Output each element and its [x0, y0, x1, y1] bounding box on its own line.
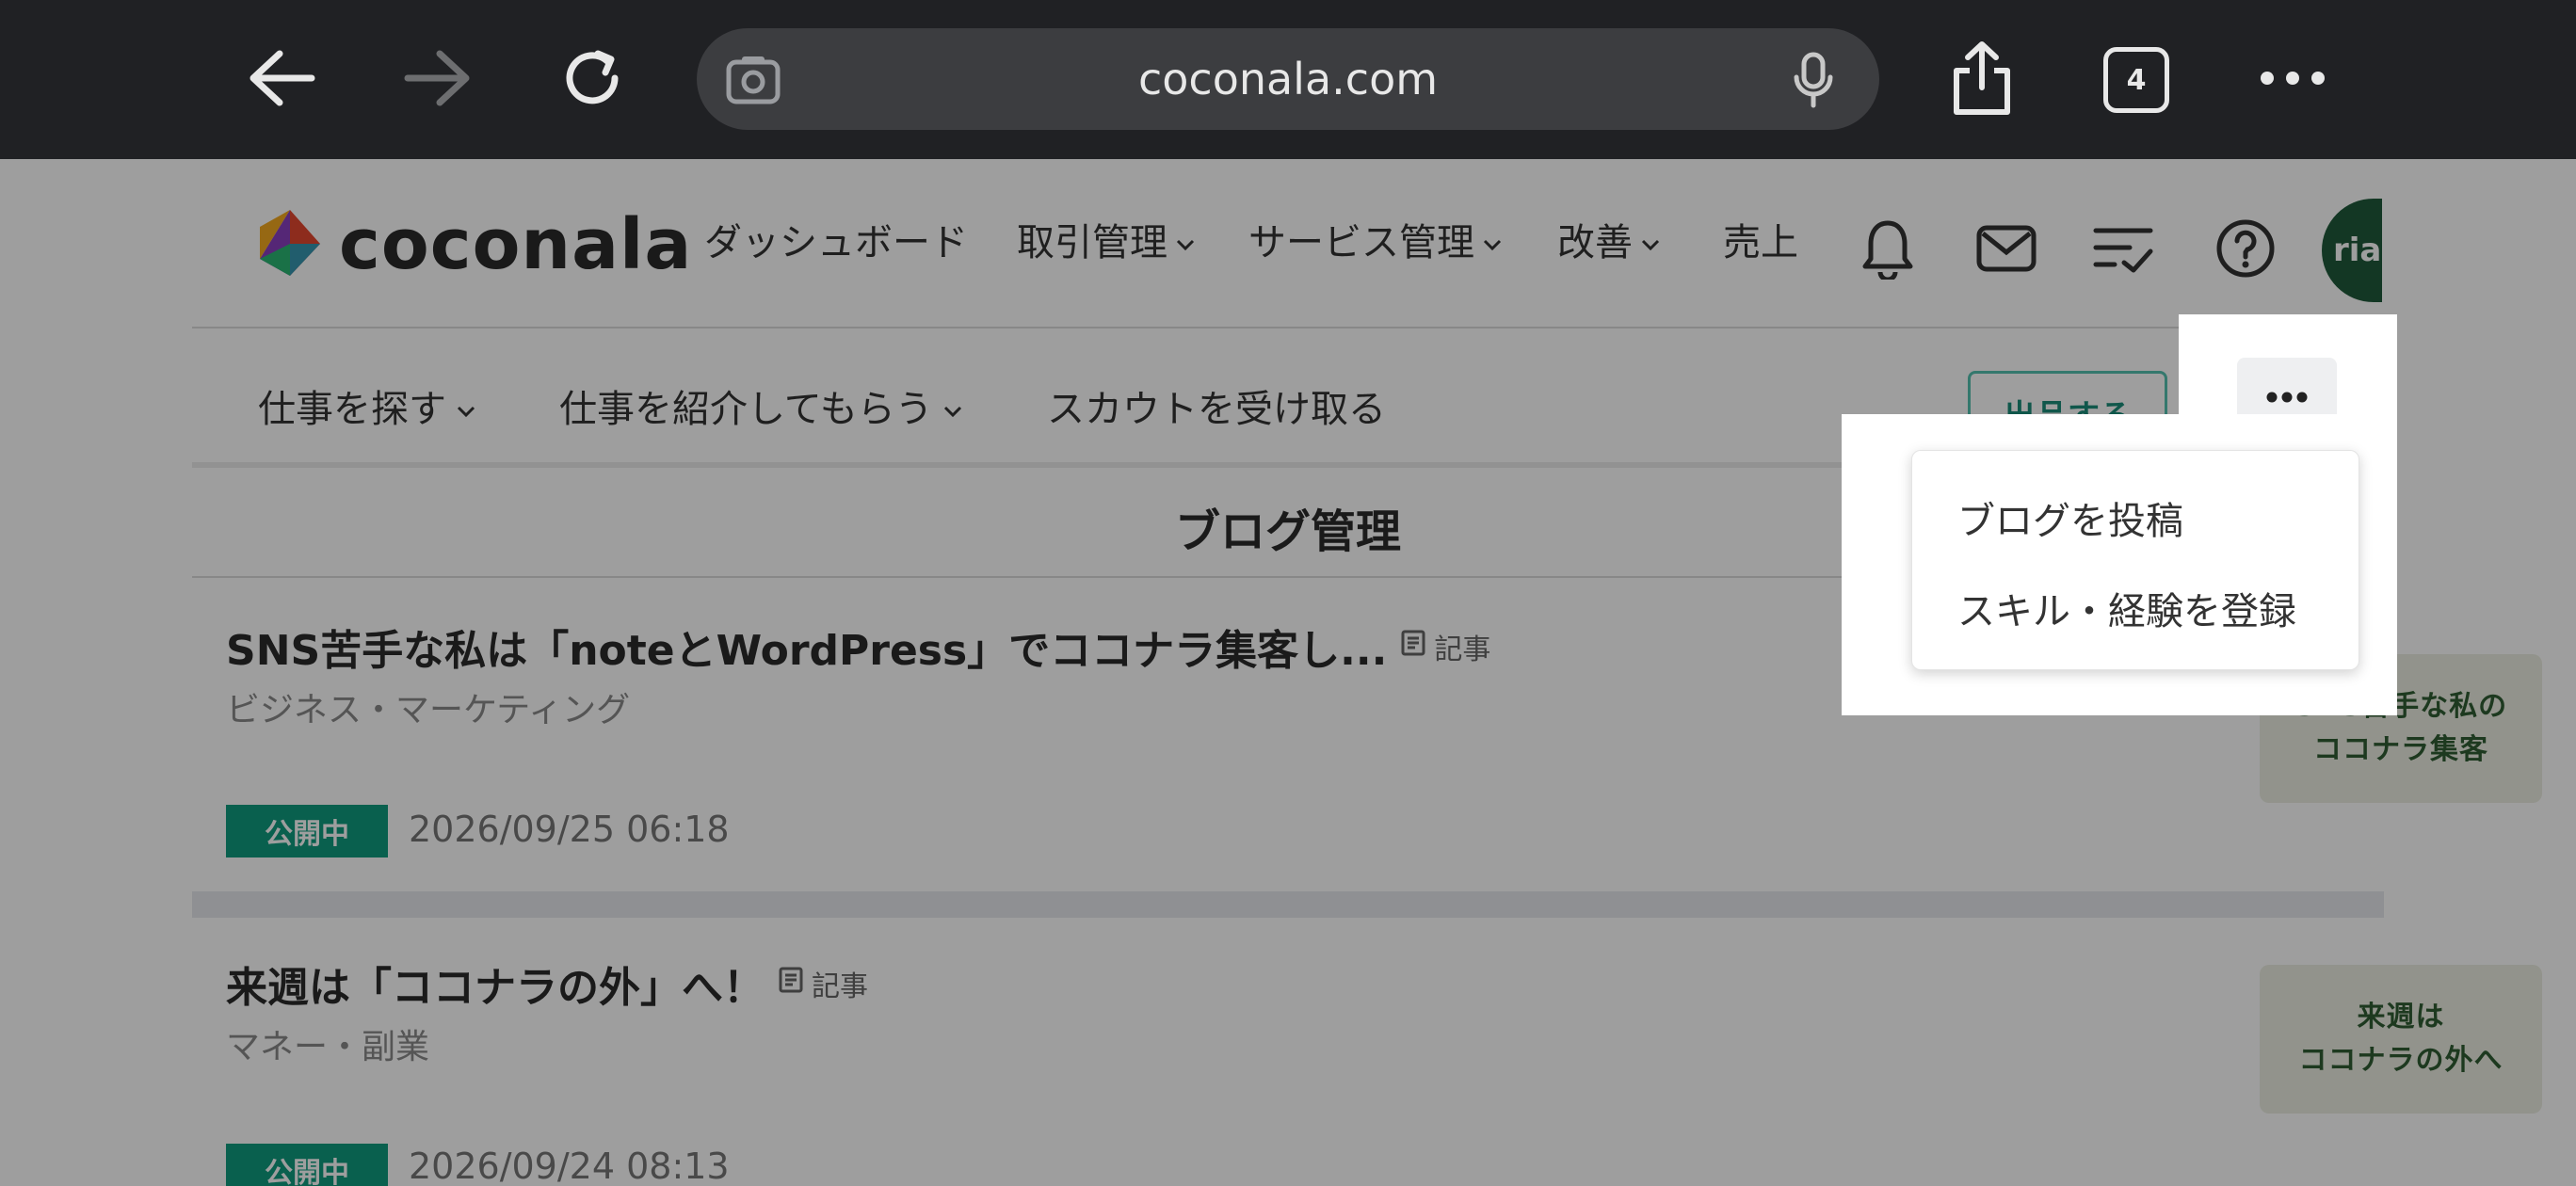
url-text: coconala.com — [1137, 54, 1439, 104]
tab-switcher-button[interactable]: 4 — [2085, 28, 2188, 132]
forward-arrow-icon — [402, 48, 474, 112]
more-horizontal-icon — [2266, 389, 2308, 407]
share-button[interactable] — [1930, 28, 2034, 132]
more-horizontal-icon — [2260, 71, 2326, 89]
reload-button[interactable] — [540, 28, 644, 132]
menu-item-register-skills[interactable]: スキル・経験を登録 — [1957, 581, 2296, 635]
more-dropdown-menu: ブログを投稿 スキル・経験を登録 — [1911, 450, 2359, 670]
forward-button[interactable] — [386, 28, 490, 132]
browser-menu-button[interactable] — [2241, 28, 2344, 132]
browser-toolbar: coconala.com 4 — [0, 0, 2576, 159]
microphone-icon[interactable] — [1791, 51, 1836, 113]
back-button[interactable] — [230, 28, 333, 132]
back-arrow-icon — [246, 48, 317, 112]
reload-icon — [556, 42, 628, 118]
tab-count-badge: 4 — [2103, 47, 2169, 113]
share-icon — [1949, 39, 2015, 121]
address-bar[interactable]: coconala.com — [697, 28, 1879, 130]
menu-item-post-blog[interactable]: ブログを投稿 — [1957, 490, 2183, 545]
